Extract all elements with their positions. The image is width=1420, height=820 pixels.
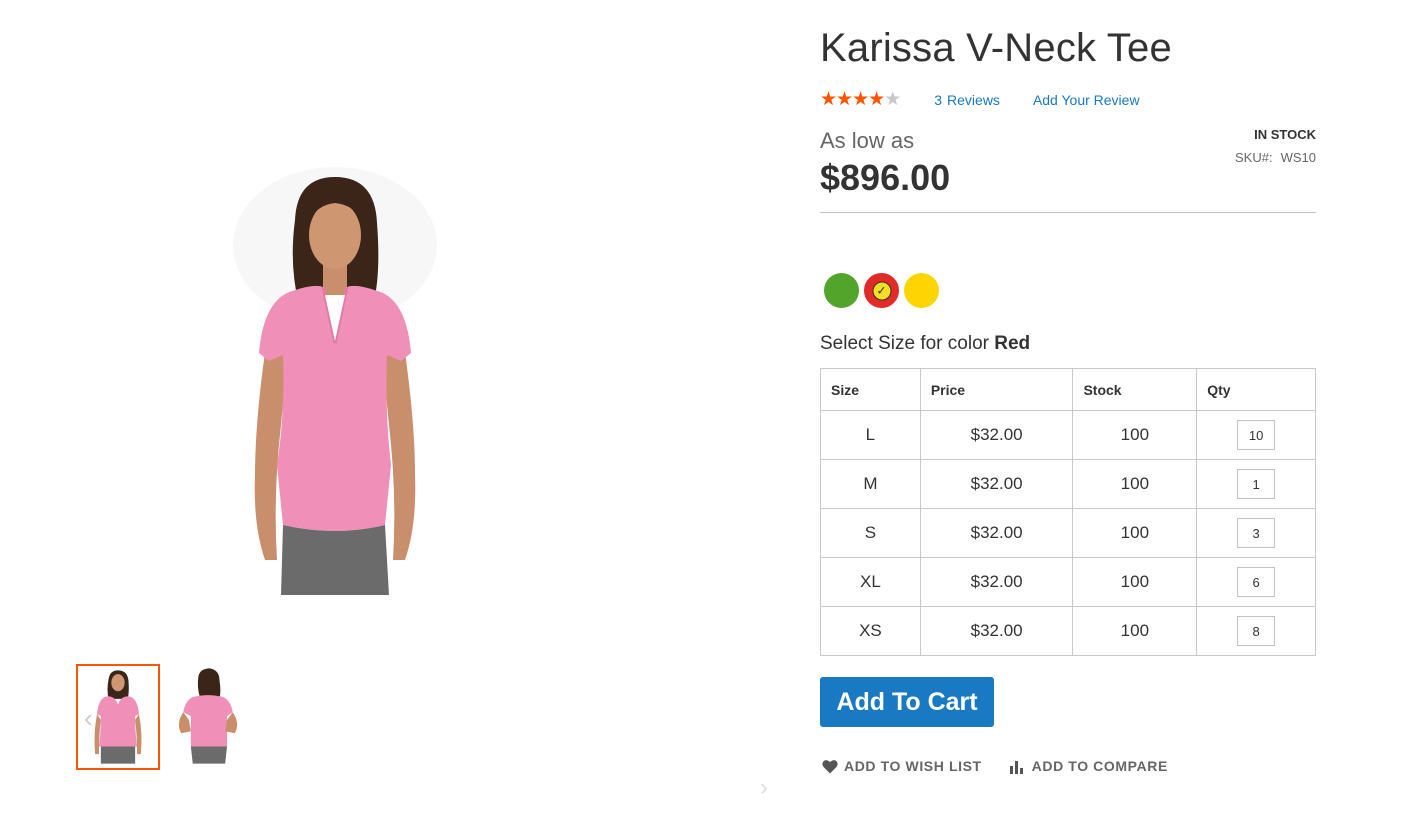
add-review-link[interactable]: Add Your Review [1033, 92, 1140, 108]
price-prefix: As low as [820, 128, 915, 153]
sku-label: SKU#: [1235, 150, 1273, 165]
table-row: S $32.00 100 [820, 508, 1316, 558]
stock-cell: 100 [1072, 459, 1198, 509]
price-cell: $32.00 [919, 606, 1074, 656]
stock-status: In stock [1254, 127, 1316, 142]
stock-cell: 100 [1072, 508, 1198, 558]
product-sku: SKU#: WS10 [1235, 150, 1316, 165]
stock-cell: 100 [1072, 410, 1198, 460]
rating-stars: ★ ★ ★ ★ ★ [820, 89, 901, 110]
wishlist-label: Add to Wish List [844, 758, 982, 774]
qty-cell [1196, 557, 1316, 607]
qty-cell [1196, 459, 1316, 509]
color-swatch-yellow[interactable] [904, 273, 939, 308]
size-cell: XL [820, 557, 921, 607]
add-to-compare-link[interactable]: Add to Compare [1009, 758, 1168, 774]
table-row: M $32.00 100 [820, 459, 1316, 509]
selected-color-name: Red [994, 333, 1031, 354]
table-row: XL $32.00 100 [820, 557, 1316, 607]
stock-cell: 100 [1072, 606, 1198, 656]
size-cell: M [820, 459, 921, 509]
product-social-actions: Add to Wish List Add to Compare [822, 758, 1168, 774]
select-size-label: Select Size for color Red [820, 333, 1030, 355]
qty-input[interactable] [1237, 420, 1276, 450]
column-header-stock: Stock [1072, 368, 1198, 411]
chevron-right-icon[interactable]: › [760, 776, 768, 800]
color-swatch-red[interactable]: ✓ [864, 273, 899, 308]
price-cell: $32.00 [919, 557, 1074, 607]
main-product-image[interactable] [225, 165, 445, 595]
woman-pink-vneck-tee-image [233, 167, 437, 595]
add-to-wishlist-link[interactable]: Add to Wish List [822, 758, 982, 774]
column-header-qty: Qty [1196, 368, 1316, 411]
size-cell: S [820, 508, 921, 558]
tee-back-thumb [178, 668, 238, 764]
divider [820, 212, 1316, 213]
page-title: Karissa V-Neck Tee [820, 26, 1172, 70]
reviews-link[interactable]: 3 Reviews [934, 92, 1000, 108]
table-row: XS $32.00 100 [820, 606, 1316, 656]
product-gallery: ‹ › [0, 0, 790, 820]
thumbnail-strip [76, 664, 250, 770]
heart-icon [822, 759, 838, 774]
qty-cell [1196, 508, 1316, 558]
table-header-row: Size Price Stock Qty [820, 368, 1316, 411]
price-cell: $32.00 [919, 508, 1074, 558]
price-cell: $32.00 [919, 410, 1074, 460]
star-empty-icon: ★ [884, 89, 901, 110]
compare-label: Add to Compare [1031, 758, 1168, 774]
color-swatches: ✓ [824, 273, 939, 308]
star-filled-icon: ★ [836, 89, 853, 110]
column-header-size: Size [820, 368, 921, 411]
select-size-prefix: Select Size for color [820, 333, 989, 354]
price-cell: $32.00 [919, 459, 1074, 509]
qty-cell [1196, 606, 1316, 656]
qty-input[interactable] [1237, 567, 1276, 597]
chevron-left-icon[interactable]: ‹ [84, 705, 93, 731]
thumbnail-back[interactable] [166, 664, 250, 770]
size-cell: L [820, 410, 921, 460]
table-row: L $32.00 100 [820, 410, 1316, 460]
qty-input[interactable] [1237, 469, 1276, 499]
check-icon: ✓ [872, 281, 891, 300]
star-filled-icon: ★ [820, 89, 837, 110]
product-price: $896.00 [820, 157, 951, 198]
column-header-price: Price [919, 368, 1074, 411]
size-cell: XS [820, 606, 921, 656]
star-filled-icon: ★ [852, 89, 869, 110]
color-swatch-green[interactable] [824, 273, 859, 308]
size-table: Size Price Stock Qty L$32.00100M$32.0010… [820, 368, 1316, 656]
qty-input[interactable] [1237, 616, 1276, 646]
stock-cell: 100 [1072, 557, 1198, 607]
reviews-count: 3 [934, 91, 943, 108]
qty-input[interactable] [1237, 518, 1276, 548]
add-to-cart-button[interactable]: Add To Cart [820, 677, 994, 727]
sku-value: WS10 [1280, 150, 1316, 165]
star-filled-icon: ★ [868, 89, 885, 110]
bar-chart-icon [1009, 759, 1026, 774]
size-table-body: L$32.00100M$32.00100S$32.00100XL$32.0010… [820, 410, 1316, 656]
qty-cell [1196, 410, 1316, 460]
rating-summary: ★ ★ ★ ★ ★ 3 Reviews Add Your Review [820, 90, 1140, 109]
reviews-label: Reviews [947, 91, 1000, 108]
